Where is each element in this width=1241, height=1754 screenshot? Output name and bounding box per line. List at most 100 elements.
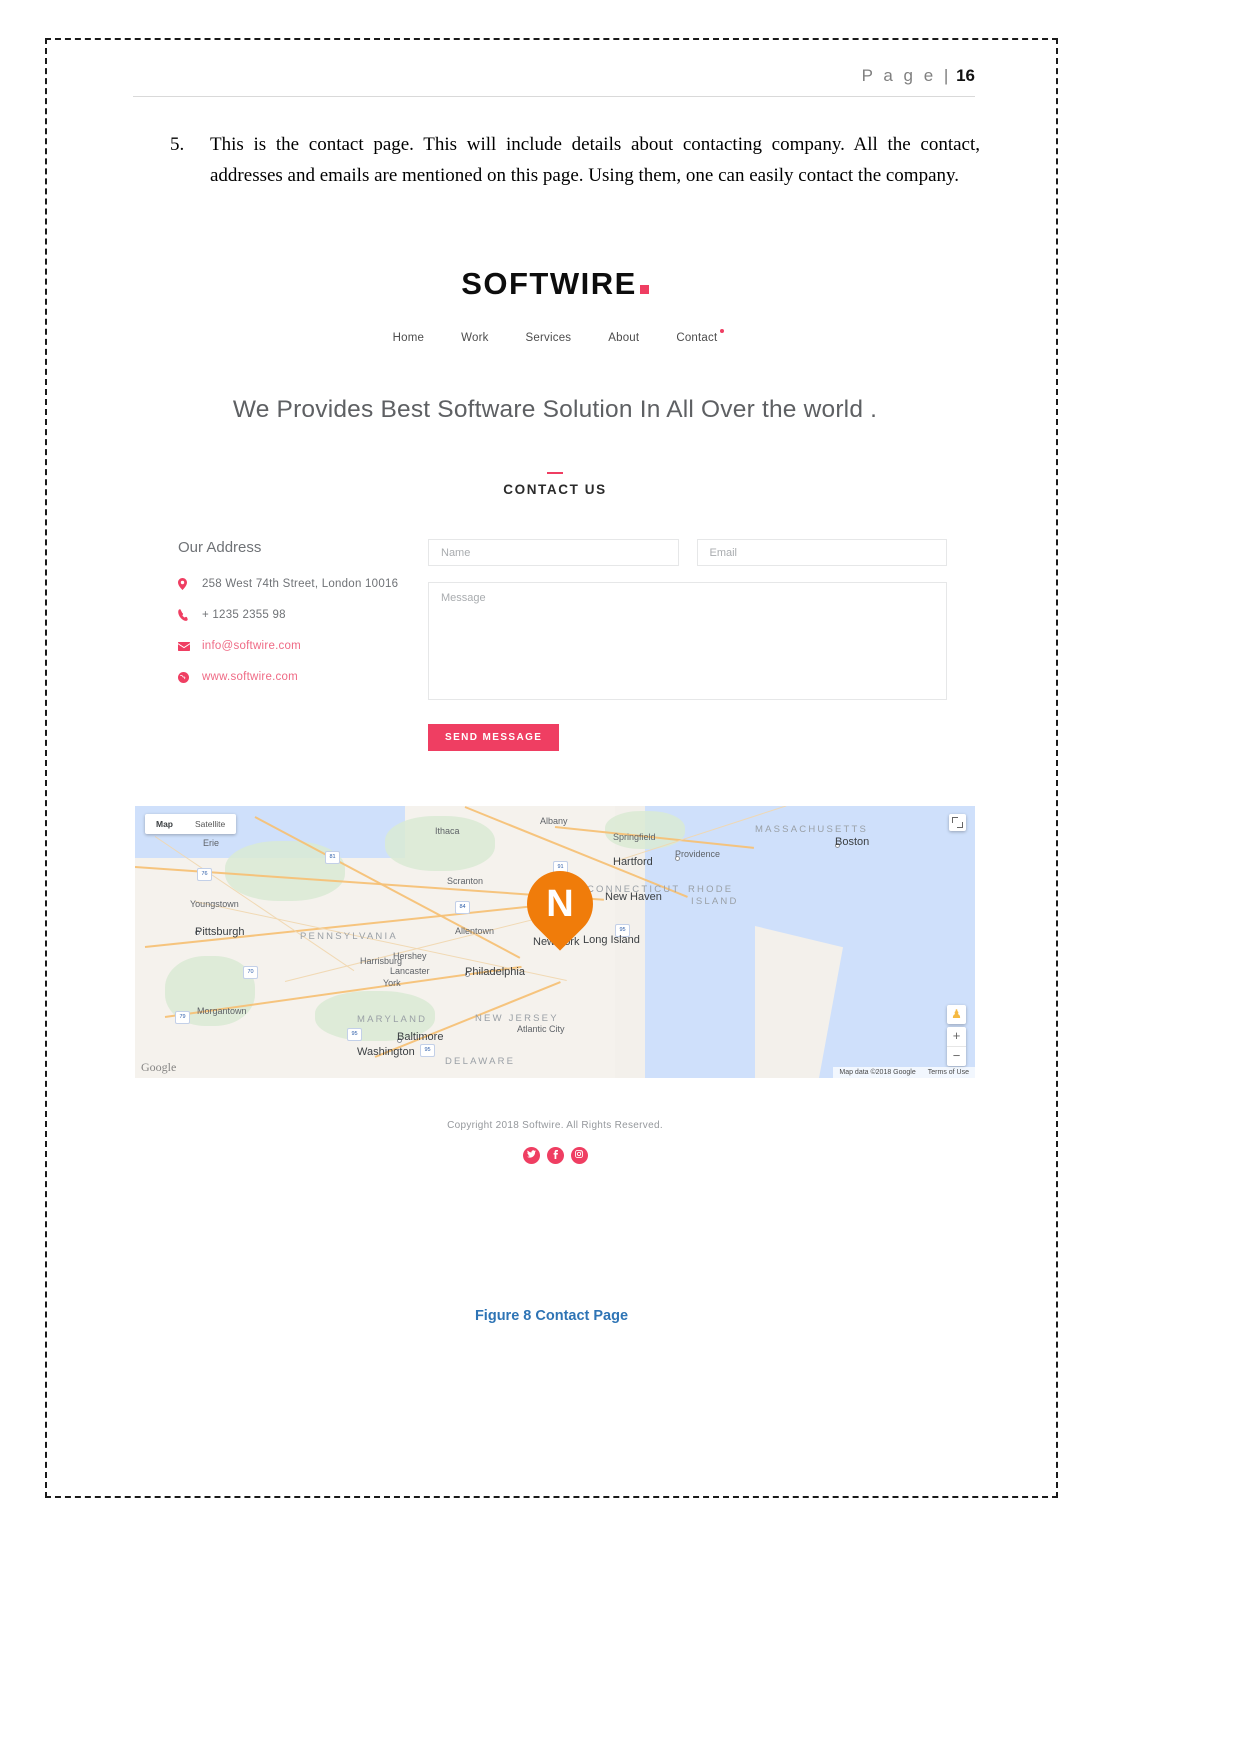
map-city-label: Pittsburgh — [195, 926, 245, 938]
highway-shield-icon: 95 — [420, 1044, 435, 1057]
page-word: P a g e — [861, 66, 937, 85]
contact-section: Our Address 258 West 74th Street, London… — [135, 539, 975, 751]
highway-shield-icon: 84 — [455, 901, 470, 914]
twitter-icon[interactable] — [522, 1147, 540, 1164]
map-city-label: York — [383, 978, 401, 988]
highway-shield-icon: 70 — [243, 966, 258, 979]
copyright-text: Copyright 2018 Softwire. All Rights Rese… — [447, 1120, 663, 1131]
site-logo[interactable]: SOFTWIRE — [135, 248, 975, 302]
page-label: P a g e | 16 — [862, 66, 975, 85]
map-city-label: Allentown — [455, 926, 495, 936]
zoom-out-button[interactable]: − — [947, 1047, 966, 1066]
address-row-phone: + 1235 2355 98 — [178, 609, 428, 621]
map-zoom-controls[interactable]: + − — [947, 1027, 966, 1066]
facebook-icon[interactable] — [546, 1147, 564, 1164]
map-city-label: Scranton — [447, 876, 484, 886]
map-city-label: Atlantic City — [517, 1024, 565, 1034]
map-state-label: MASSACHUSETTS — [755, 824, 869, 835]
map-terms-link[interactable]: Terms of Use — [928, 1069, 969, 1076]
email-input[interactable] — [696, 539, 947, 566]
logo-dot-icon — [639, 285, 649, 294]
site-navigation: Home Work Services About Contact — [135, 329, 975, 344]
section-accent-dash — [547, 472, 563, 474]
map-city-label: Youngstown — [190, 899, 239, 909]
map-city-label: Albany — [540, 816, 568, 826]
section-header: CONTACT US — [135, 472, 975, 497]
google-watermark: Google — [141, 1060, 177, 1074]
map-city-label: Lancaster — [390, 966, 430, 976]
figure-caption: Figure 8 Contact Page — [474, 1308, 629, 1324]
map-city-label: Ithaca — [435, 826, 460, 836]
social-links — [135, 1147, 975, 1164]
phone-icon — [178, 609, 202, 621]
map-forest-area — [225, 841, 345, 901]
envelope-icon — [178, 641, 202, 651]
section-title: CONTACT US — [503, 482, 607, 497]
name-input[interactable] — [428, 539, 679, 566]
map-state-label: DELAWARE — [445, 1056, 516, 1067]
map-marker-letter: N — [546, 883, 574, 925]
google-map[interactable]: 76 81 84 91 70 95 95 79 95 MASSACHUSETTS… — [135, 806, 975, 1078]
map-type-satellite-button[interactable]: Satellite — [184, 814, 236, 834]
address-column: Our Address 258 West 74th Street, London… — [153, 539, 428, 751]
numbered-list-item: 5. This is the contact page. This will i… — [170, 130, 980, 192]
highway-shield-icon: 81 — [325, 851, 340, 864]
hero-heading: We Provides Best Software Solution In Al… — [232, 396, 878, 423]
map-city-label: Washington — [357, 1046, 415, 1058]
zoom-in-button[interactable]: + — [947, 1027, 966, 1047]
list-item-number: 5. — [170, 134, 185, 155]
highway-shield-icon: 95 — [347, 1028, 362, 1041]
address-phone-value: + 1235 2355 98 — [202, 609, 286, 621]
globe-icon — [178, 671, 202, 683]
address-row-website: www.softwire.com — [178, 671, 428, 683]
contact-form: SEND MESSAGE — [428, 539, 957, 751]
address-row-street: 258 West 74th Street, London 10016 — [178, 578, 428, 590]
map-marker[interactable]: N — [513, 857, 607, 951]
map-city-label: Hershey — [393, 951, 427, 961]
nav-item-services[interactable]: Services — [526, 332, 572, 344]
document-running-header: P a g e | 16 — [133, 66, 975, 97]
map-city-label: Boston — [835, 836, 870, 848]
message-textarea[interactable] — [428, 582, 947, 700]
map-city-label: Hartford — [613, 856, 653, 868]
send-message-button[interactable]: SEND MESSAGE — [428, 724, 560, 751]
address-website-value[interactable]: www.softwire.com — [202, 671, 298, 683]
nav-item-about[interactable]: About — [608, 332, 639, 344]
map-state-label: ISLAND — [691, 896, 739, 907]
map-city-label: Morgantown — [197, 1006, 247, 1016]
pegman-streetview-icon[interactable]: ♟ — [947, 1005, 966, 1024]
map-city-label: Philadelphia — [465, 966, 525, 978]
map-type-toggle[interactable]: Map Satellite — [145, 814, 237, 834]
list-item-text: This is the contact page. This will incl… — [210, 134, 980, 186]
form-row-top — [428, 539, 947, 566]
contact-page-screenshot: SOFTWIRE Home Work Services About Contac… — [135, 248, 975, 1180]
map-city-label: New Haven — [605, 891, 662, 903]
map-city-label: Providence — [675, 849, 721, 859]
map-state-label: RHODE — [688, 884, 734, 895]
map-state-label: MARYLAND — [357, 1014, 428, 1025]
location-pin-icon — [178, 578, 202, 590]
fullscreen-icon[interactable] — [949, 814, 966, 831]
address-street-value: 258 West 74th Street, London 10016 — [202, 578, 399, 590]
map-state-label: PENNSYLVANIA — [300, 931, 398, 942]
address-heading: Our Address — [178, 539, 262, 556]
page-number: 16 — [956, 66, 975, 85]
site-footer: Copyright 2018 Softwire. All Rights Rese… — [135, 1120, 975, 1180]
map-city-label: Springfield — [613, 832, 656, 842]
site-logo-text: SOFTWIRE — [461, 266, 637, 301]
instagram-icon[interactable] — [570, 1147, 588, 1164]
document-page: P a g e | 16 5. This is the contact page… — [45, 38, 1058, 1498]
map-type-map-button[interactable]: Map — [145, 814, 184, 834]
map-forest-area — [385, 816, 495, 871]
highway-shield-icon: 76 — [197, 868, 212, 881]
page-separator: | — [943, 66, 949, 85]
map-city-label: Erie — [203, 838, 220, 848]
map-city-label: Baltimore — [397, 1031, 444, 1043]
map-canvas: 76 81 84 91 70 95 95 79 95 MASSACHUSETTS… — [135, 806, 975, 1078]
nav-item-contact[interactable]: Contact — [676, 329, 725, 344]
map-data-attribution: Map data ©2018 Google — [839, 1069, 916, 1076]
nav-item-home[interactable]: Home — [393, 332, 424, 344]
nav-item-work[interactable]: Work — [461, 332, 488, 344]
map-state-label: NEW JERSEY — [475, 1013, 559, 1024]
address-email-value[interactable]: info@softwire.com — [202, 640, 301, 652]
